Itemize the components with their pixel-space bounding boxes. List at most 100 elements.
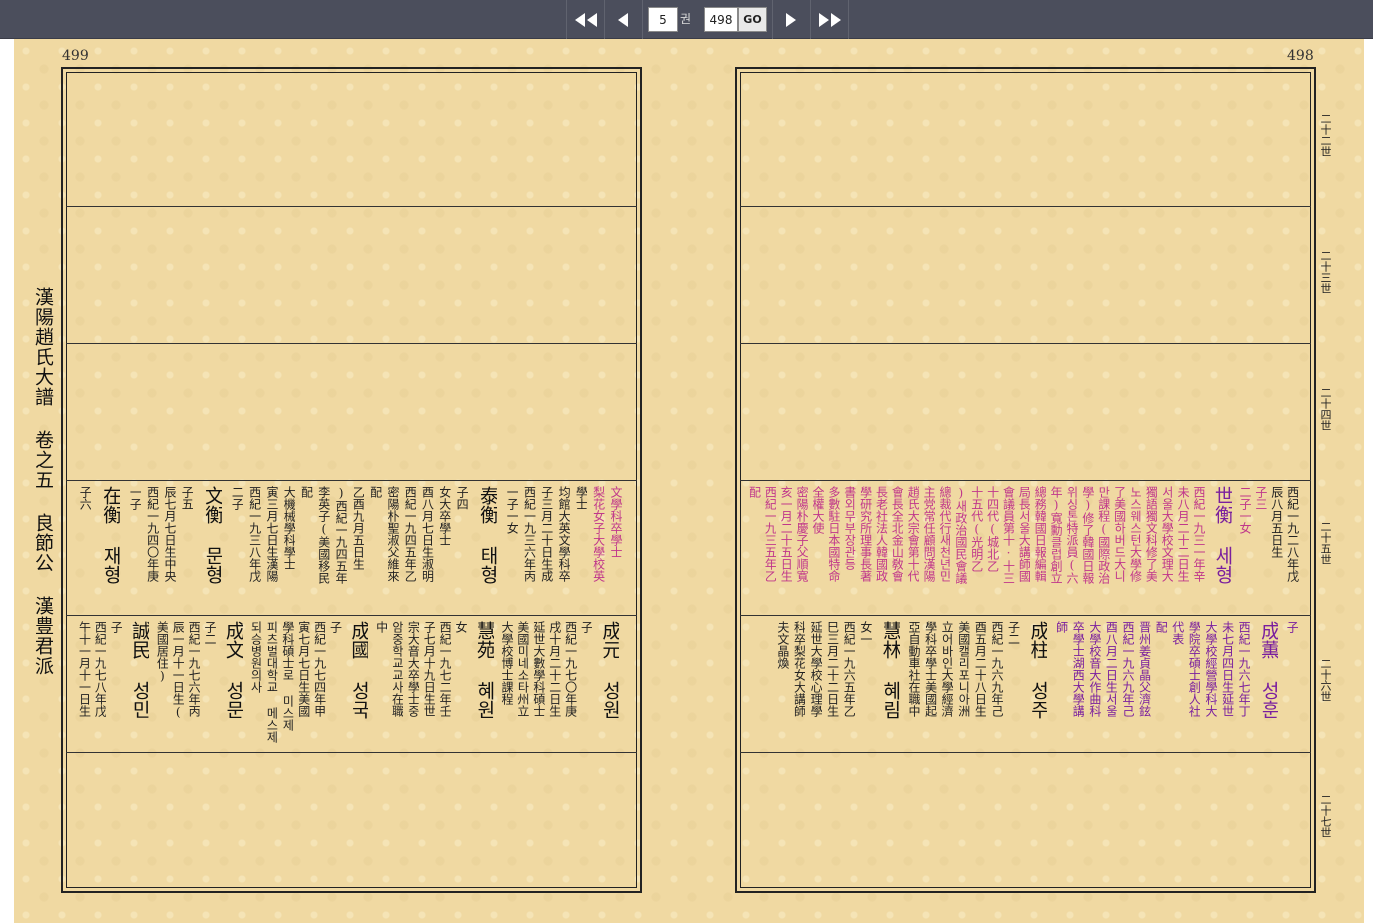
record-column: 書외무부장관등 (843, 486, 856, 570)
record-column: 만課程(國際政治 (1097, 486, 1110, 584)
record-column: 西紀一九七八年戊 (93, 621, 107, 717)
row-divider (66, 615, 637, 616)
record-column: 晋州姜貞晶父濟鉉 (1138, 621, 1151, 717)
record-column: 代表 (1171, 621, 1184, 645)
record-column: 長老社法人韓國政 (874, 486, 888, 582)
person-name: 成文 성문 (222, 621, 243, 719)
record-column: 配 (369, 486, 382, 498)
left-page-number: 499 (62, 48, 89, 64)
record-column: 年)寬勳클럽創立 (1049, 486, 1063, 584)
record-column: 子七月十九日生世 (422, 621, 436, 717)
record-column: 西紀一九二八年戊 (1286, 486, 1299, 582)
record-column: 子二 (203, 621, 217, 645)
record-column: 總務韓國日報編輯 (1033, 486, 1047, 582)
record-column: 子六 (78, 486, 92, 510)
person-name: 誠民 성민 (129, 621, 150, 719)
prev-page-button[interactable] (608, 3, 638, 36)
record-column: 局長서울大講師國 (1017, 486, 1031, 582)
record-column: 均館大英文學科卒 (557, 486, 571, 582)
record-column: 延世大學校心理學 (809, 621, 823, 717)
row-divider (740, 752, 1311, 753)
volume-input[interactable]: 5 (648, 7, 678, 32)
record-column: 西紀一九四〇年庚 (146, 486, 159, 582)
record-column: 辰八月五日生 (1270, 486, 1283, 558)
page-input[interactable]: 498 (704, 7, 738, 32)
record-column: 西紀一九六九年己 (1121, 621, 1135, 717)
record-column: 大學校博士課程 (500, 621, 514, 705)
generation-label: 二十六世 (1319, 658, 1332, 702)
generation-label: 二十五世 (1319, 521, 1332, 565)
record-column: 乙酉九月五日生 (351, 486, 365, 570)
record-column: 위싱톤特派員(六 (1065, 486, 1078, 584)
record-column: 延世大數學科碩士 (532, 621, 545, 717)
record-column: 辰七月七日生中央 (163, 486, 176, 582)
record-column: 西紀一九三一年辛 (1192, 486, 1205, 582)
double-left-icon (575, 12, 597, 27)
record-column: 多數駐日本國特命 (827, 486, 840, 582)
record-column: 未八月二十二日生 (1176, 486, 1190, 582)
record-column: 夫文晶煥 (776, 621, 789, 669)
record-column: 文學科卒學士 (609, 486, 622, 558)
record-column: 美國미네소타州立 (516, 621, 529, 717)
person-name: 文衡 문형 (202, 486, 223, 584)
last-page-button[interactable] (814, 3, 846, 36)
toolbar-divider (566, 0, 567, 39)
record-column: 辰一月十一日生( (171, 621, 185, 719)
record-column: 學士 (574, 486, 588, 510)
record-column: 大學校經營學科大 (1204, 621, 1217, 717)
go-button[interactable]: GO (738, 7, 767, 32)
person-name: 成薫 성훈 (1258, 621, 1279, 719)
record-column: 趙氏大宗會第十代 (906, 486, 920, 582)
record-column: 女 (454, 621, 467, 633)
person-name: 成元 성원 (599, 621, 620, 719)
record-column: 西紀一九三六年丙 (522, 486, 536, 582)
record-column: 巳三月二十二日生 (826, 621, 839, 717)
record-column: 子 (1285, 621, 1299, 633)
record-column: 會長全北金山敎會 (890, 486, 904, 582)
record-column: 中 (374, 621, 388, 633)
record-column: 總裁代行새천년민 (938, 486, 952, 582)
row-divider (740, 615, 1311, 616)
record-column: 一子 (128, 486, 142, 510)
record-column: 密陽朴慶子父順寬 (795, 486, 809, 582)
record-column: 宗大音大卒學士중 (406, 621, 420, 717)
record-column: 西紀一九七六年丙 (187, 621, 201, 717)
row-divider (740, 480, 1311, 481)
record-column: 二子一女 (1238, 486, 1252, 534)
record-column: 노스웨스턴大學修 (1128, 486, 1142, 582)
record-column: 學科卒學士美國起 (923, 621, 937, 717)
record-column: 配 (299, 486, 313, 498)
row-divider (740, 206, 1311, 207)
record-column: 師 (1055, 621, 1068, 633)
first-page-button[interactable] (570, 3, 602, 36)
triangle-right-icon (786, 12, 796, 27)
record-column: 西紀一九三五年乙 (763, 486, 777, 582)
row-divider (66, 480, 637, 481)
double-right-icon (819, 12, 841, 27)
toolbar-divider (772, 0, 773, 39)
record-column: 亞自動車社在職中 (907, 621, 920, 717)
next-page-button[interactable] (776, 3, 806, 36)
generation-label: 二十二世 (1319, 113, 1332, 157)
record-column: 子 (109, 621, 123, 633)
record-column: 西紀一九六七年丁 (1237, 621, 1251, 717)
side-title: 漢陽趙氏大譜 卷之五 良節公 漢豊君派 (31, 287, 54, 676)
toolbar-divider (848, 0, 849, 39)
triangle-left-icon (618, 12, 628, 27)
person-name: 在衡 재형 (100, 486, 121, 584)
record-column: 西紀一九三八年戊 (248, 486, 261, 582)
toolbar-divider (642, 0, 643, 39)
record-column: 암중학교교사在職 (390, 621, 404, 717)
record-column: 亥一月二十五日生 (779, 486, 793, 582)
record-column: 卒學士湖西大學講 (1071, 621, 1085, 717)
record-column: 李英子(美國移民 (317, 486, 330, 584)
record-column: 寅三月七日生漢陽 (265, 486, 278, 582)
record-column: 了美國하버드大니 (1113, 486, 1126, 582)
record-column: 西紀一九四五年乙 (403, 486, 417, 582)
row-divider (66, 752, 637, 753)
record-column: 서울大學校文理大 (1160, 486, 1174, 582)
record-column: 西紀一九七〇年庚 (563, 621, 577, 717)
viewer-toolbar: 5 권 498 GO (0, 0, 1373, 39)
record-column: 配 (1154, 621, 1168, 633)
person-name: 慧林 혜림 (879, 621, 900, 719)
